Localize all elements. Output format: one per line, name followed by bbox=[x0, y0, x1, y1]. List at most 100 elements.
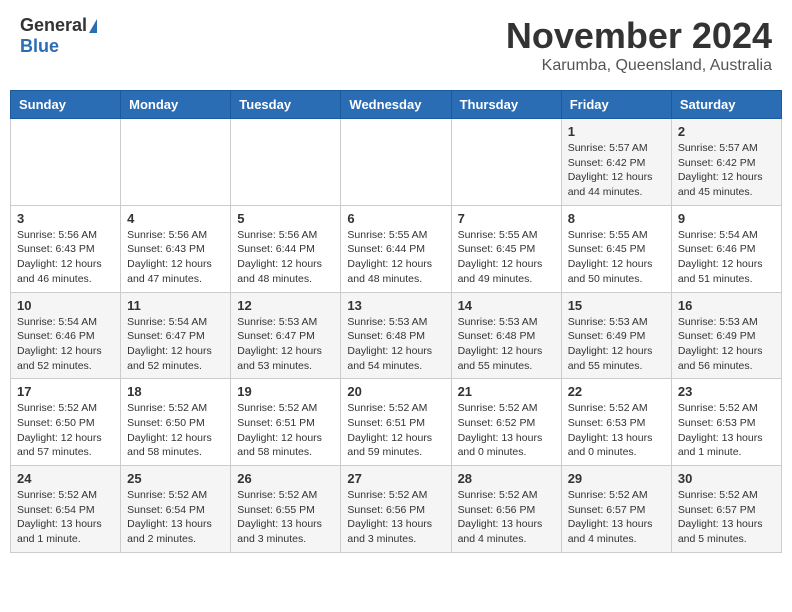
day-info: Sunrise: 5:52 AM Sunset: 6:51 PM Dayligh… bbox=[237, 401, 334, 460]
calendar-cell: 3Sunrise: 5:56 AM Sunset: 6:43 PM Daylig… bbox=[11, 205, 121, 292]
col-header-thursday: Thursday bbox=[451, 91, 561, 119]
day-info: Sunrise: 5:53 AM Sunset: 6:49 PM Dayligh… bbox=[568, 315, 665, 374]
calendar-cell: 4 Sunrise: 5:56 AM Sunset: 6:43 PM Daylig… bbox=[121, 205, 231, 292]
day-number: 25 bbox=[127, 471, 224, 486]
col-header-saturday: Saturday bbox=[671, 91, 781, 119]
day-number: 4 bbox=[127, 211, 224, 226]
day-number: 15 bbox=[568, 298, 665, 313]
calendar-cell: 18 Sunrise: 5:52 AM Sunset: 6:50 PM Dayli… bbox=[121, 379, 231, 466]
header: General Blue November 2024 Karumba, Quee… bbox=[10, 10, 782, 80]
calendar-week-row: 17 Sunrise: 5:52 AM Sunset: 6:50 PM Dayli… bbox=[11, 379, 782, 466]
day-number: 10 bbox=[17, 298, 114, 313]
day-info: Sunrise: 5:52 AM Sunset: 6:53 PM Dayligh… bbox=[678, 401, 775, 460]
calendar-cell: 7 Sunrise: 5:55 AM Sunset: 6:45 PM Daylig… bbox=[451, 205, 561, 292]
calendar-cell: 16Sunrise: 5:53 AM Sunset: 6:49 PM Dayli… bbox=[671, 292, 781, 379]
calendar-cell: 30 Sunrise: 5:52 AM Sunset: 6:57 PM Dayli… bbox=[671, 466, 781, 553]
day-info: Sunrise: 5:53 AM Sunset: 6:48 PM Dayligh… bbox=[458, 315, 555, 374]
day-number: 8 bbox=[568, 211, 665, 226]
day-number: 5 bbox=[237, 211, 334, 226]
calendar-cell: 22Sunrise: 5:52 AM Sunset: 6:53 PM Dayli… bbox=[561, 379, 671, 466]
calendar-cell bbox=[11, 119, 121, 206]
calendar-cell: 8 Sunrise: 5:55 AM Sunset: 6:45 PM Daylig… bbox=[561, 205, 671, 292]
calendar-week-row: 3Sunrise: 5:56 AM Sunset: 6:43 PM Daylig… bbox=[11, 205, 782, 292]
day-info: Sunrise: 5:52 AM Sunset: 6:56 PM Dayligh… bbox=[347, 488, 444, 547]
day-number: 2 bbox=[678, 124, 775, 139]
calendar-cell: 23 Sunrise: 5:52 AM Sunset: 6:53 PM Dayli… bbox=[671, 379, 781, 466]
day-number: 16 bbox=[678, 298, 775, 313]
day-info: Sunrise: 5:52 AM Sunset: 6:54 PM Dayligh… bbox=[17, 488, 114, 547]
day-number: 6 bbox=[347, 211, 444, 226]
day-number: 28 bbox=[458, 471, 555, 486]
day-info: Sunrise: 5:54 AM Sunset: 6:46 PM Dayligh… bbox=[17, 315, 114, 374]
calendar-table: SundayMondayTuesdayWednesdayThursdayFrid… bbox=[10, 90, 782, 553]
calendar-cell: 9 Sunrise: 5:54 AM Sunset: 6:46 PM Daylig… bbox=[671, 205, 781, 292]
day-number: 1 bbox=[568, 124, 665, 139]
day-number: 26 bbox=[237, 471, 334, 486]
calendar-cell bbox=[451, 119, 561, 206]
calendar-cell bbox=[231, 119, 341, 206]
day-info: Sunrise: 5:57 AM Sunset: 6:42 PM Dayligh… bbox=[678, 141, 775, 200]
col-header-sunday: Sunday bbox=[11, 91, 121, 119]
day-number: 29 bbox=[568, 471, 665, 486]
day-number: 21 bbox=[458, 384, 555, 399]
day-info: Sunrise: 5:52 AM Sunset: 6:50 PM Dayligh… bbox=[127, 401, 224, 460]
day-info: Sunrise: 5:52 AM Sunset: 6:57 PM Dayligh… bbox=[568, 488, 665, 547]
day-info: Sunrise: 5:56 AM Sunset: 6:44 PM Dayligh… bbox=[237, 228, 334, 287]
day-info: Sunrise: 5:55 AM Sunset: 6:45 PM Dayligh… bbox=[568, 228, 665, 287]
day-number: 11 bbox=[127, 298, 224, 313]
day-number: 7 bbox=[458, 211, 555, 226]
calendar-cell: 10 Sunrise: 5:54 AM Sunset: 6:46 PM Dayli… bbox=[11, 292, 121, 379]
calendar-cell: 15 Sunrise: 5:53 AM Sunset: 6:49 PM Dayli… bbox=[561, 292, 671, 379]
day-number: 12 bbox=[237, 298, 334, 313]
day-number: 9 bbox=[678, 211, 775, 226]
day-info: Sunrise: 5:55 AM Sunset: 6:44 PM Dayligh… bbox=[347, 228, 444, 287]
calendar-cell: 11 Sunrise: 5:54 AM Sunset: 6:47 PM Dayli… bbox=[121, 292, 231, 379]
month-title: November 2024 bbox=[506, 15, 772, 57]
calendar-week-row: 1 Sunrise: 5:57 AM Sunset: 6:42 PM Daylig… bbox=[11, 119, 782, 206]
day-number: 17 bbox=[17, 384, 114, 399]
col-header-tuesday: Tuesday bbox=[231, 91, 341, 119]
calendar-cell: 6 Sunrise: 5:55 AM Sunset: 6:44 PM Daylig… bbox=[341, 205, 451, 292]
day-number: 24 bbox=[17, 471, 114, 486]
calendar-cell: 13 Sunrise: 5:53 AM Sunset: 6:48 PM Dayli… bbox=[341, 292, 451, 379]
day-info: Sunrise: 5:52 AM Sunset: 6:54 PM Dayligh… bbox=[127, 488, 224, 547]
col-header-monday: Monday bbox=[121, 91, 231, 119]
calendar-cell: 20 Sunrise: 5:52 AM Sunset: 6:51 PM Dayli… bbox=[341, 379, 451, 466]
calendar-cell: 27 Sunrise: 5:52 AM Sunset: 6:56 PM Dayli… bbox=[341, 466, 451, 553]
col-header-wednesday: Wednesday bbox=[341, 91, 451, 119]
day-number: 20 bbox=[347, 384, 444, 399]
day-info: Sunrise: 5:52 AM Sunset: 6:57 PM Dayligh… bbox=[678, 488, 775, 547]
calendar-week-row: 10 Sunrise: 5:54 AM Sunset: 6:46 PM Dayli… bbox=[11, 292, 782, 379]
calendar-week-row: 24 Sunrise: 5:52 AM Sunset: 6:54 PM Dayli… bbox=[11, 466, 782, 553]
calendar-cell: 14Sunrise: 5:53 AM Sunset: 6:48 PM Dayli… bbox=[451, 292, 561, 379]
day-info: Sunrise: 5:52 AM Sunset: 6:51 PM Dayligh… bbox=[347, 401, 444, 460]
day-number: 27 bbox=[347, 471, 444, 486]
day-info: Sunrise: 5:56 AM Sunset: 6:43 PM Dayligh… bbox=[127, 228, 224, 287]
calendar-cell: 2 Sunrise: 5:57 AM Sunset: 6:42 PM Daylig… bbox=[671, 119, 781, 206]
calendar-cell: 19 Sunrise: 5:52 AM Sunset: 6:51 PM Dayli… bbox=[231, 379, 341, 466]
day-number: 13 bbox=[347, 298, 444, 313]
calendar-cell: 29 Sunrise: 5:52 AM Sunset: 6:57 PM Dayli… bbox=[561, 466, 671, 553]
location-subtitle: Karumba, Queensland, Australia bbox=[506, 57, 772, 75]
calendar-cell: 24 Sunrise: 5:52 AM Sunset: 6:54 PM Dayli… bbox=[11, 466, 121, 553]
day-info: Sunrise: 5:52 AM Sunset: 6:56 PM Dayligh… bbox=[458, 488, 555, 547]
col-header-friday: Friday bbox=[561, 91, 671, 119]
day-info: Sunrise: 5:52 AM Sunset: 6:53 PM Dayligh… bbox=[568, 401, 665, 460]
day-number: 19 bbox=[237, 384, 334, 399]
logo-general-text: General bbox=[20, 15, 87, 36]
day-info: Sunrise: 5:53 AM Sunset: 6:48 PM Dayligh… bbox=[347, 315, 444, 374]
calendar-cell bbox=[121, 119, 231, 206]
title-section: November 2024 Karumba, Queensland, Austr… bbox=[506, 15, 772, 75]
day-info: Sunrise: 5:54 AM Sunset: 6:46 PM Dayligh… bbox=[678, 228, 775, 287]
day-number: 18 bbox=[127, 384, 224, 399]
calendar-cell: 28 Sunrise: 5:52 AM Sunset: 6:56 PM Dayli… bbox=[451, 466, 561, 553]
day-info: Sunrise: 5:54 AM Sunset: 6:47 PM Dayligh… bbox=[127, 315, 224, 374]
calendar-cell: 1Sunrise: 5:57 AM Sunset: 6:42 PM Daylig… bbox=[561, 119, 671, 206]
calendar-cell: 25 Sunrise: 5:52 AM Sunset: 6:54 PM Dayli… bbox=[121, 466, 231, 553]
logo: General Blue bbox=[20, 15, 97, 57]
day-number: 30 bbox=[678, 471, 775, 486]
day-info: Sunrise: 5:52 AM Sunset: 6:50 PM Dayligh… bbox=[17, 401, 114, 460]
day-info: Sunrise: 5:55 AM Sunset: 6:45 PM Dayligh… bbox=[458, 228, 555, 287]
day-number: 23 bbox=[678, 384, 775, 399]
calendar-cell: 12Sunrise: 5:53 AM Sunset: 6:47 PM Dayli… bbox=[231, 292, 341, 379]
